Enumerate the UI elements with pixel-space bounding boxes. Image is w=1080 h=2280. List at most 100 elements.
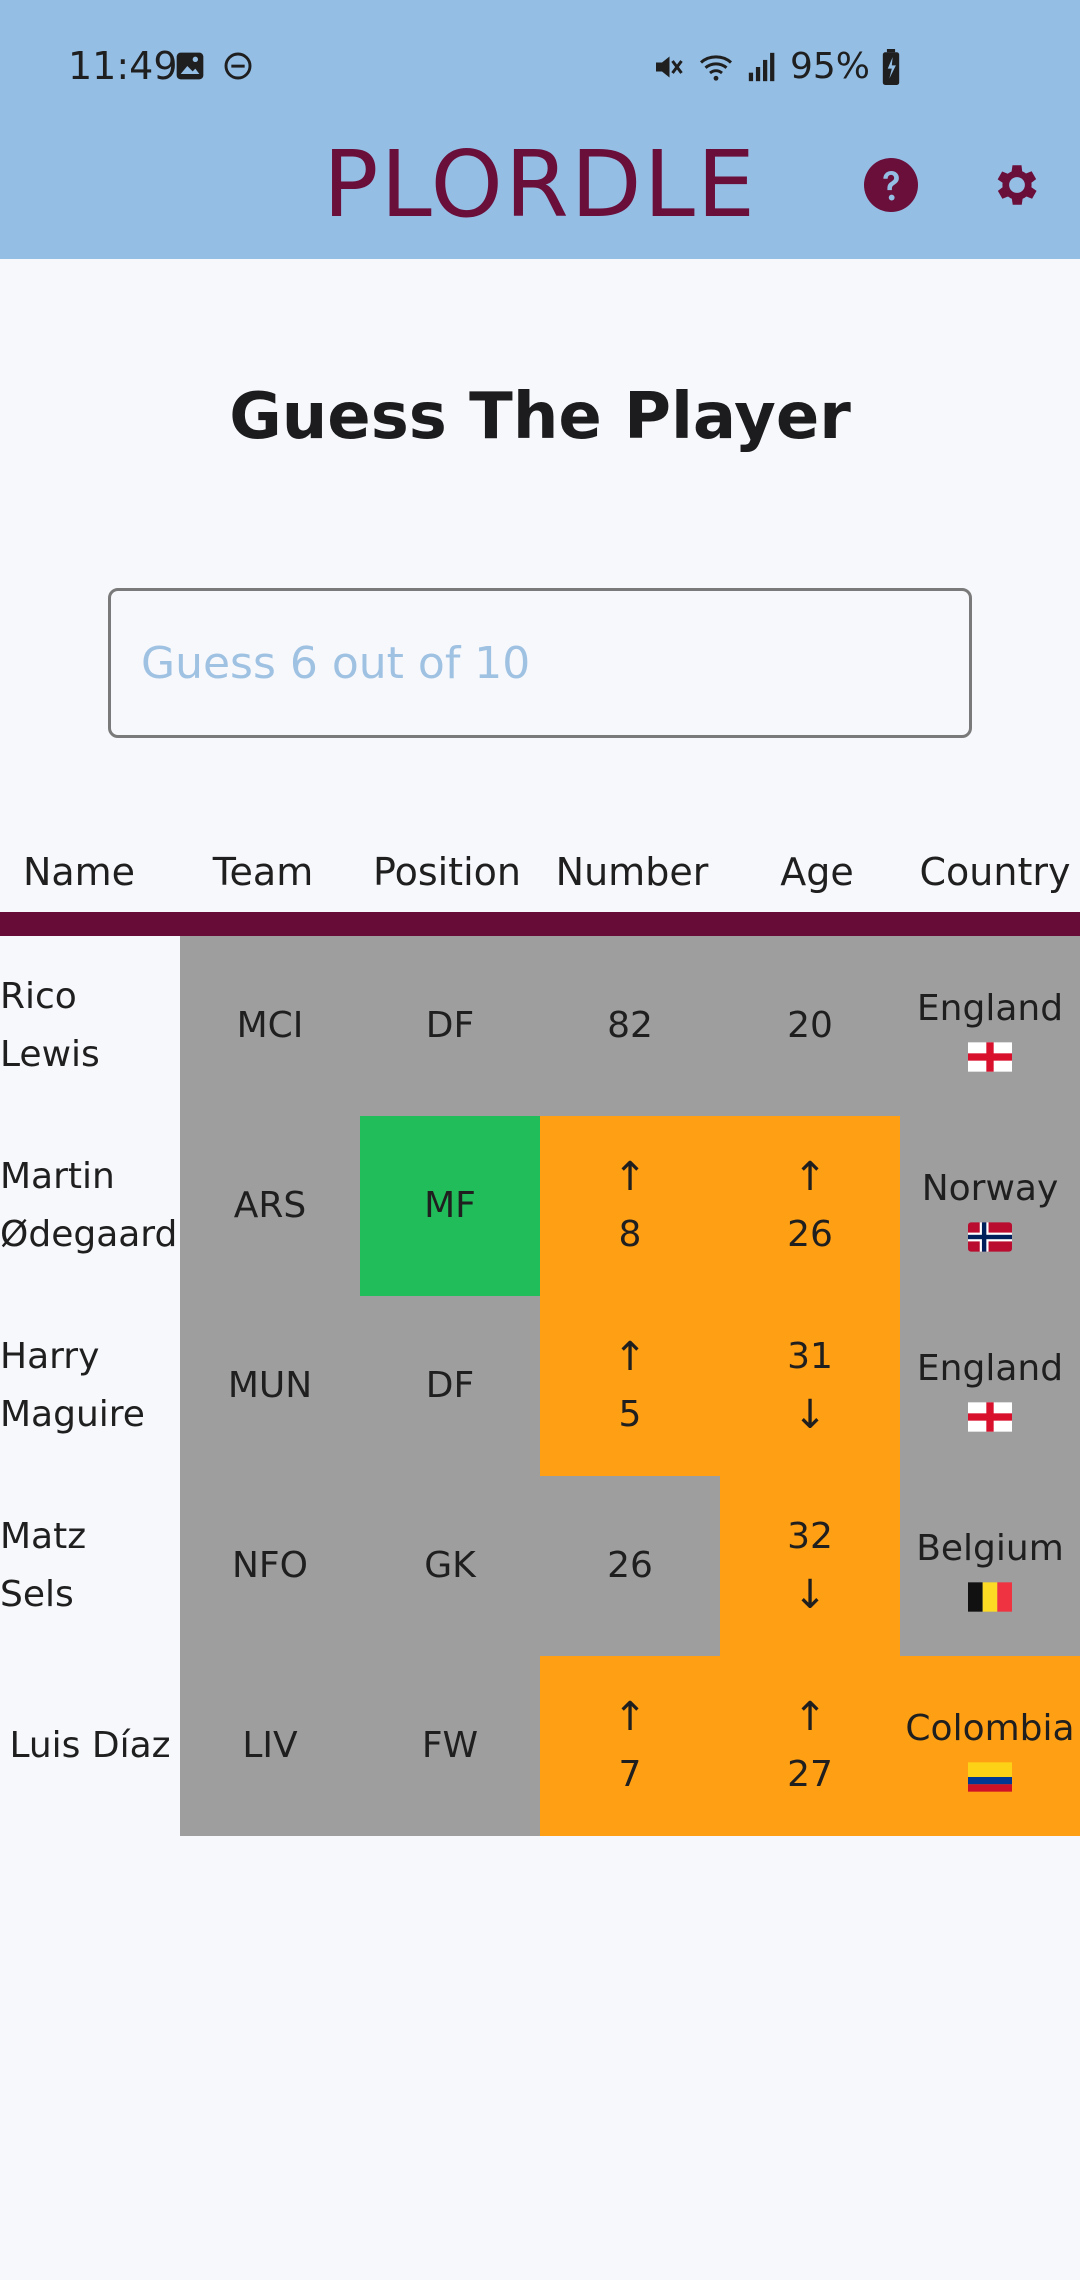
- country-cell: England: [900, 1296, 1080, 1476]
- player-name-line2: Maguire: [0, 1394, 145, 1435]
- team-value: NFO: [232, 1545, 308, 1586]
- number-cell: ↑ 7: [540, 1656, 720, 1836]
- table-row: Matz Sels NFO GK 26 32 ↓ Belgium: [0, 1476, 1080, 1656]
- number-value: 82: [607, 1005, 653, 1046]
- player-name: Luis Díaz: [0, 1656, 180, 1836]
- age-value: 27: [787, 1754, 833, 1795]
- position-cell: GK: [360, 1476, 540, 1656]
- age-cell: 32 ↓: [720, 1476, 900, 1656]
- number-arrow: ↑: [613, 1334, 647, 1380]
- header-name: Name: [22, 850, 136, 894]
- age-cell: 31 ↓: [720, 1296, 900, 1476]
- app-title: PLORDLE: [322, 131, 758, 238]
- belgium-flag-icon: [968, 1582, 1012, 1612]
- country-value: Colombia: [905, 1708, 1075, 1749]
- status-right-icons: 95%: [650, 46, 902, 87]
- position-cell: FW: [360, 1656, 540, 1836]
- player-name-line1: Harry: [0, 1336, 100, 1377]
- position-cell: DF: [360, 936, 540, 1116]
- player-name: Matz Sels: [0, 1476, 180, 1656]
- position-value: DF: [425, 1005, 475, 1046]
- player-name-line1: Matz: [0, 1516, 87, 1557]
- age-arrow: ↓: [793, 1572, 827, 1618]
- table-row: Rico Lewis MCI DF 82 20 England: [0, 936, 1080, 1116]
- status-time: 11:49: [68, 44, 178, 88]
- page-heading: Guess The Player: [229, 380, 851, 454]
- number-cell: 26: [540, 1476, 720, 1656]
- team-value: MUN: [227, 1365, 313, 1406]
- age-cell: ↑ 26: [720, 1116, 900, 1296]
- england-flag-icon: [968, 1402, 1012, 1432]
- team-cell: NFO: [180, 1476, 360, 1656]
- colombia-flag-icon: [968, 1762, 1012, 1792]
- number-value: 8: [618, 1214, 642, 1255]
- position-value: GK: [424, 1545, 476, 1586]
- number-value: 5: [618, 1394, 642, 1435]
- header-divider: [0, 912, 1080, 936]
- age-cell: ↑ 27: [720, 1656, 900, 1836]
- number-value: 26: [607, 1545, 653, 1586]
- number-arrow: ↑: [613, 1154, 647, 1200]
- country-cell: Norway: [900, 1116, 1080, 1296]
- player-name: Harry Maguire: [0, 1296, 180, 1476]
- player-name: Martin Ødegaard: [0, 1116, 180, 1296]
- player-name-line1: Luis Díaz: [9, 1725, 171, 1766]
- battery-charging-icon: [882, 48, 900, 85]
- header-country: Country: [919, 850, 1071, 894]
- country-value: Norway: [921, 1168, 1059, 1209]
- guess-input[interactable]: [108, 588, 972, 738]
- header-number: Number: [555, 850, 709, 894]
- team-value: LIV: [242, 1725, 298, 1766]
- signal-icon: [748, 52, 775, 81]
- team-cell: LIV: [180, 1656, 360, 1836]
- wifi-icon: [699, 54, 732, 81]
- number-value: 7: [618, 1754, 642, 1795]
- position-cell: DF: [360, 1296, 540, 1476]
- country-cell: England: [900, 936, 1080, 1116]
- position-value: FW: [421, 1725, 479, 1766]
- player-name: Rico Lewis: [0, 936, 180, 1116]
- player-name-line2: Sels: [0, 1574, 74, 1615]
- position-value: DF: [425, 1365, 475, 1406]
- position-value: MF: [424, 1185, 476, 1226]
- country-value: England: [916, 1348, 1064, 1389]
- number-cell: ↑ 8: [540, 1116, 720, 1296]
- number-arrow: ↑: [613, 1694, 647, 1740]
- header-position: Position: [373, 850, 521, 894]
- table-row: Harry Maguire MUN DF ↑ 5 31 ↓ England: [0, 1296, 1080, 1476]
- header-age: Age: [780, 850, 854, 894]
- number-cell: 82: [540, 936, 720, 1116]
- table-row: Luis Díaz LIV FW ↑ 7 ↑ 27 Colombia: [0, 1656, 1080, 1836]
- help-icon[interactable]: [864, 158, 918, 212]
- age-value: 20: [787, 1005, 833, 1046]
- player-name-line1: Martin: [0, 1156, 115, 1197]
- player-name-line2: Lewis: [0, 1034, 100, 1075]
- age-arrow: ↑: [793, 1154, 827, 1200]
- country-value: England: [916, 988, 1064, 1029]
- battery-percent: 95%: [789, 46, 870, 87]
- age-cell: 20: [720, 936, 900, 1116]
- team-cell: MUN: [180, 1296, 360, 1476]
- player-name-line1: Rico: [0, 976, 77, 1017]
- position-cell: MF: [360, 1116, 540, 1296]
- age-value: 31: [787, 1336, 833, 1377]
- mute-icon: [655, 56, 683, 77]
- england-flag-icon: [968, 1042, 1012, 1072]
- settings-gear-icon[interactable]: [990, 158, 1044, 212]
- norway-flag-icon: [968, 1222, 1012, 1252]
- country-cell: Belgium: [900, 1476, 1080, 1656]
- team-value: MCI: [236, 1005, 304, 1046]
- status-left-icons: [174, 50, 254, 82]
- status-bar: 11:49 95%: [0, 0, 1080, 130]
- age-arrow: ↓: [793, 1392, 827, 1438]
- table-row: Martin Ødegaard ARS MF ↑ 8 ↑ 26 Norway: [0, 1116, 1080, 1296]
- header-team: Team: [212, 850, 314, 894]
- age-value: 32: [787, 1516, 833, 1557]
- image-icon: [176, 52, 204, 80]
- team-cell: ARS: [180, 1116, 360, 1296]
- number-cell: ↑ 5: [540, 1296, 720, 1476]
- team-cell: MCI: [180, 936, 360, 1116]
- team-value: ARS: [233, 1185, 307, 1226]
- app-header: 11:49 95% PLORDLE: [0, 0, 1080, 259]
- country-cell: Colombia: [900, 1656, 1080, 1836]
